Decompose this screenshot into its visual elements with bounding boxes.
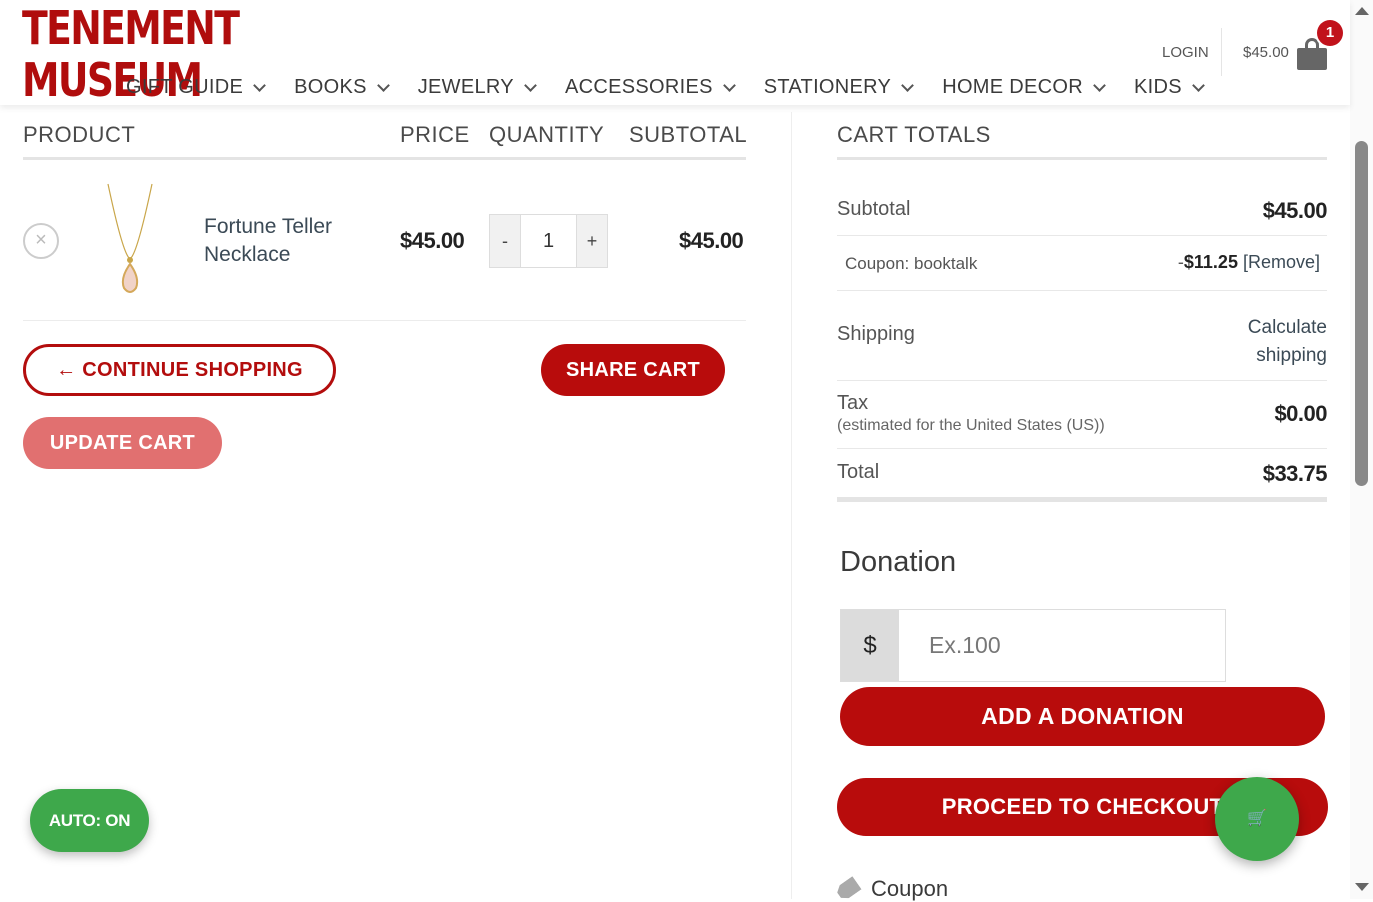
donation-amount-input[interactable] (899, 610, 1225, 681)
remove-item-icon[interactable]: × (23, 223, 59, 259)
share-cart-button[interactable]: SHARE CART (541, 344, 725, 396)
coupon-heading-label: Coupon (871, 876, 949, 901)
necklace-thumbnail[interactable] (100, 180, 160, 298)
tax-value: $0.00 (1274, 401, 1327, 426)
nav-home-decor[interactable]: HOME DECOR (942, 76, 1106, 99)
chevron-down-icon (524, 78, 537, 92)
qty-input[interactable]: 1 (520, 215, 577, 267)
site-header: TENEMENT MUSEUM GIFT GUIDE BOOKS JEWELRY… (0, 0, 1350, 106)
cart-count-badge: 1 (1317, 20, 1343, 46)
calculate-shipping-line1: Calculate (1247, 317, 1327, 338)
add-donation-button[interactable]: ADD A DONATION (840, 687, 1325, 746)
item-subtotal: $45.00 (679, 228, 744, 253)
subtotal-value: $45.00 (1262, 198, 1328, 223)
nav-stationery[interactable]: STATIONERY (763, 76, 915, 99)
item-price: $45.00 (400, 228, 465, 253)
subtotal-label: Subtotal (837, 198, 911, 220)
calculate-shipping-link[interactable]: Calculate shipping (1248, 314, 1327, 370)
nav-gift-guide[interactable]: GIFT GUIDE (126, 76, 266, 99)
continue-shopping-button[interactable]: ← CONTINUE SHOPPING (23, 344, 336, 396)
coupon-label: Coupon: booktalk (845, 254, 978, 273)
nav-label: BOOKS (294, 76, 367, 98)
chevron-down-icon (253, 78, 266, 92)
coupon-heading[interactable]: Coupon (837, 876, 948, 902)
nav-kids[interactable]: KIDS (1134, 76, 1205, 99)
nav-label: STATIONERY (763, 76, 892, 98)
scroll-down-icon[interactable] (1355, 883, 1369, 891)
tax-note: (estimated for the United States (US)) (837, 417, 1105, 434)
remove-coupon-link[interactable]: [Remove] (1243, 252, 1320, 272)
chevron-down-icon (901, 78, 915, 92)
qty-minus-button[interactable]: - (490, 215, 520, 267)
totals-divider (837, 290, 1327, 291)
nav-label: GIFT GUIDE (126, 76, 244, 98)
chevron-down-icon (1093, 78, 1106, 92)
table-header-divider (23, 157, 746, 160)
donation-field: $ (840, 609, 1226, 682)
shipping-label: Shipping (837, 323, 915, 345)
coupon-amount: $11.25 (1183, 252, 1238, 272)
nav-label: KIDS (1134, 76, 1182, 98)
nav-label: ACCESSORIES (564, 76, 713, 98)
cart-totals-divider (837, 157, 1327, 160)
product-name-link[interactable]: Fortune Teller Necklace (204, 213, 374, 269)
totals-divider (837, 380, 1327, 381)
header-subtotal: SUBTOTAL (629, 122, 748, 147)
calculate-shipping-line2: shipping (1256, 345, 1327, 366)
update-cart-button[interactable]: UPDATE CART (23, 417, 222, 469)
total-label: Total (837, 461, 880, 483)
header-product: PRODUCT (23, 122, 136, 147)
scroll-up-icon[interactable] (1355, 7, 1369, 15)
logo-line-1: TENEMENT (22, 1, 240, 55)
tag-icon (834, 876, 861, 902)
scrollbar-thumb[interactable] (1355, 141, 1368, 486)
tax-label: Tax (837, 392, 869, 414)
nav-books[interactable]: BOOKS (294, 76, 390, 99)
login-link[interactable]: LOGIN (1162, 44, 1209, 61)
row-divider (23, 320, 746, 321)
column-divider (791, 112, 792, 899)
donation-title: Donation (840, 546, 957, 578)
total-divider (837, 497, 1327, 502)
nav-label: HOME DECOR (942, 76, 1083, 98)
chevron-down-icon (1192, 78, 1205, 92)
cart-fab-button[interactable]: 🛒 (1215, 777, 1299, 861)
quantity-stepper: - 1 + (489, 214, 608, 268)
auto-toggle-button[interactable]: AUTO: ON (30, 789, 149, 852)
header-divider (1221, 28, 1222, 76)
totals-divider (837, 448, 1327, 449)
cart-totals-title: CART TOTALS (837, 122, 991, 147)
qty-plus-button[interactable]: + (577, 215, 607, 267)
cart-icon: 🛒 (1247, 810, 1267, 827)
nav-accessories[interactable]: ACCESSORIES (564, 76, 736, 99)
header-quantity: QUANTITY (489, 122, 605, 147)
header-cart-total[interactable]: $45.00 (1243, 44, 1289, 61)
main-nav: GIFT GUIDE BOOKS JEWELRY ACCESSORIES STA… (126, 76, 1233, 99)
coupon-value: -$11.25 [Remove] (1178, 252, 1320, 273)
chevron-down-icon (376, 78, 390, 92)
currency-prefix: $ (841, 610, 899, 681)
totals-divider (837, 235, 1327, 236)
header-price: PRICE (400, 122, 470, 147)
nav-label: JEWELRY (417, 76, 514, 98)
total-value: $33.75 (1262, 461, 1328, 486)
chevron-down-icon (722, 78, 736, 92)
nav-jewelry[interactable]: JEWELRY (417, 76, 537, 99)
